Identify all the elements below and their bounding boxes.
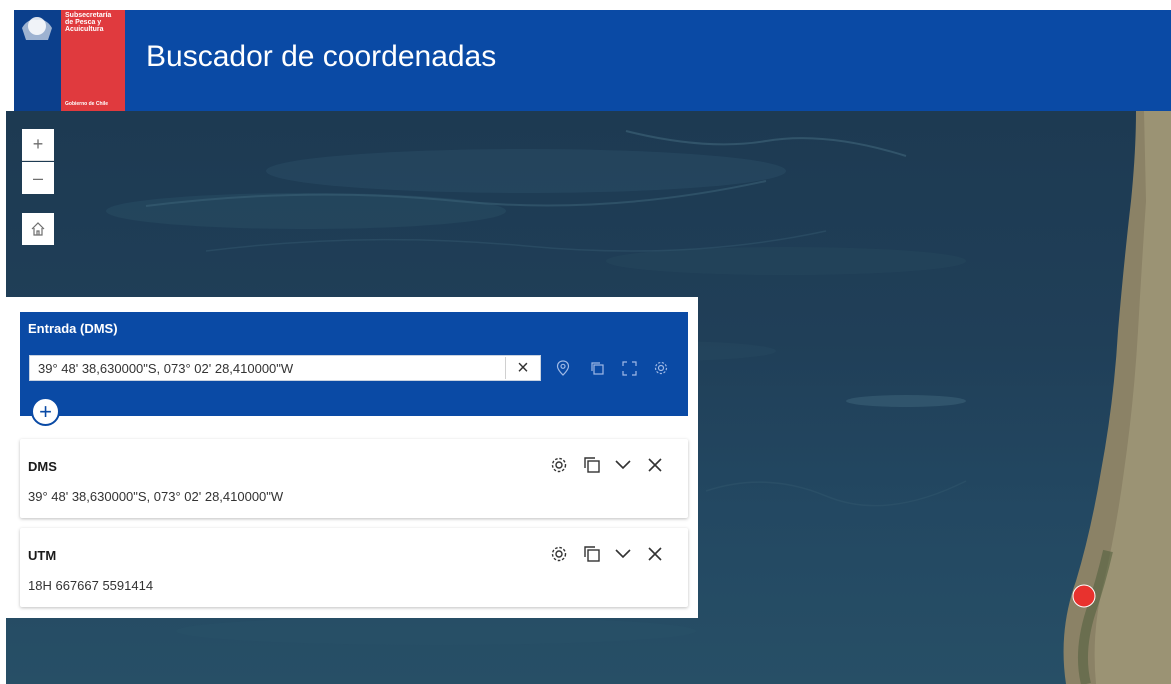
page-title: Buscador de coordenadas <box>146 40 497 73</box>
zoom-in-button[interactable]: + <box>22 129 54 161</box>
chevron-down-icon[interactable] <box>612 454 634 476</box>
copy-icon[interactable] <box>581 454 603 476</box>
result-card-dms: DMS 39° 48' 38,630000"S, 073° 02' 28,410… <box>20 439 688 518</box>
copy-icon[interactable] <box>586 357 608 379</box>
result-card-utm: UTM 18H 667667 5591414 <box>20 528 688 607</box>
logo-footer: Gobierno de Chile <box>65 101 109 107</box>
input-divider <box>505 357 506 379</box>
coordinate-input[interactable] <box>29 355 541 381</box>
location-pin-icon[interactable] <box>552 357 574 379</box>
gear-icon[interactable] <box>548 454 570 476</box>
chevron-down-icon[interactable] <box>612 543 634 565</box>
add-conversion-button[interactable]: + <box>31 397 60 426</box>
result-title: DMS <box>28 459 57 474</box>
logo-text: Subsecretaría de Pesca y Acuicultura <box>65 12 111 33</box>
home-button[interactable] <box>22 213 54 245</box>
app: Subsecretaría de Pesca y Acuicultura Gob… <box>0 0 1171 684</box>
coat-of-arms-icon <box>22 17 52 40</box>
logo-blue-block <box>14 10 61 111</box>
logo-line-1: Subsecretaría <box>65 12 112 19</box>
logo-line-3: Acuicultura <box>65 26 104 33</box>
location-marker[interactable] <box>1072 584 1096 608</box>
result-value: 18H 667667 5591414 <box>28 578 154 593</box>
gear-icon[interactable] <box>548 543 570 565</box>
result-value: 39° 48' 38,630000"S, 073° 02' 28,410000"… <box>28 489 284 504</box>
gear-icon[interactable] <box>650 357 672 379</box>
expand-icon[interactable] <box>618 357 640 379</box>
zoom-out-button[interactable]: – <box>22 162 54 194</box>
copy-icon[interactable] <box>581 543 603 565</box>
logo-line-2: de Pesca y <box>65 19 102 26</box>
home-icon <box>31 222 45 236</box>
close-icon[interactable] <box>644 543 666 565</box>
input-title: Entrada (DMS) <box>28 321 118 336</box>
result-title: UTM <box>28 548 57 563</box>
clear-input-button[interactable]: × <box>507 356 539 380</box>
close-icon[interactable] <box>644 454 666 476</box>
